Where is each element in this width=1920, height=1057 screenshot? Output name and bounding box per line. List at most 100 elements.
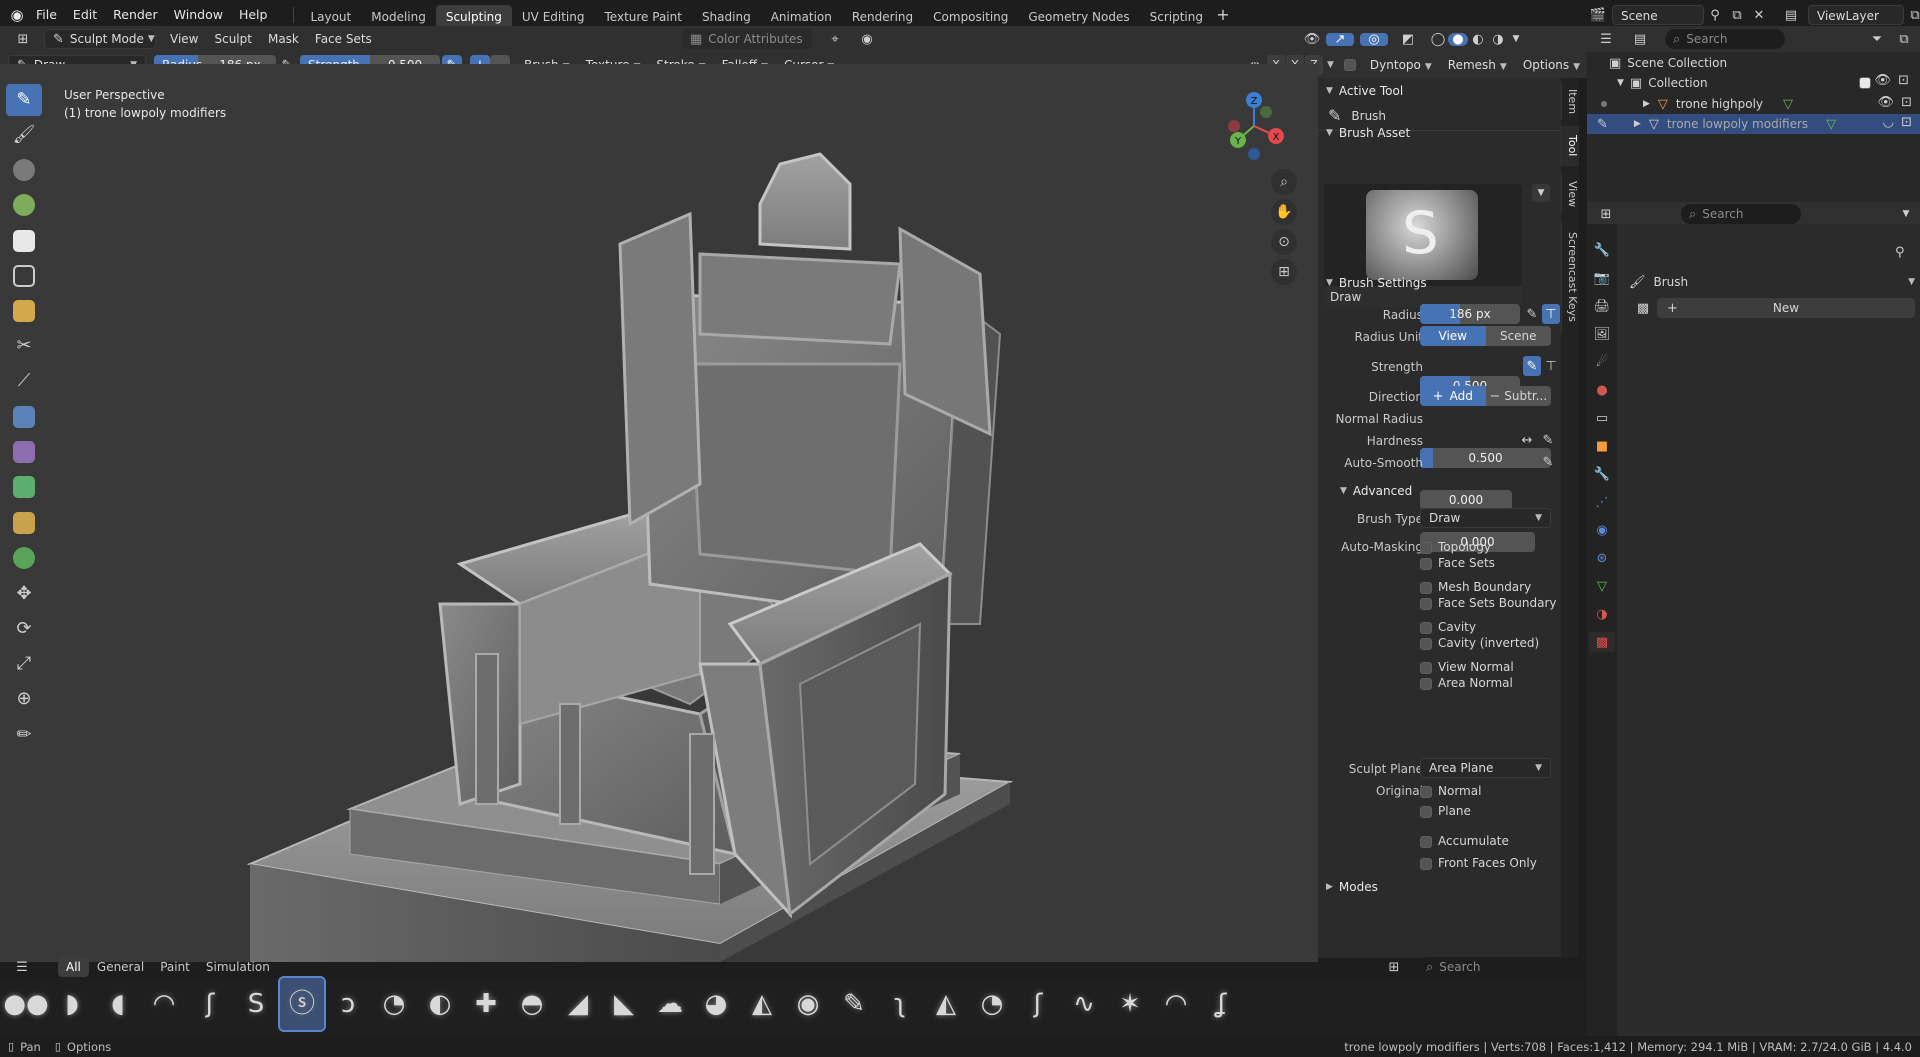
eye-icon[interactable]: 👁: [1877, 96, 1894, 109]
symmetry-options-icon[interactable]: ▼: [1327, 60, 1334, 70]
brush-preset-thumbnail[interactable]: ✶: [1108, 978, 1152, 1030]
tab-screencast-keys[interactable]: Screencast Keys: [1561, 222, 1579, 332]
draw-tool-button[interactable]: ✎: [6, 84, 42, 116]
brush-asset-dropdown-icon[interactable]: ▼: [1532, 184, 1550, 202]
color-filter-tool-button[interactable]: [6, 471, 42, 503]
tab-sculpting[interactable]: Sculpting: [435, 4, 512, 29]
tool-tab-icon[interactable]: 🔧: [1594, 240, 1610, 260]
radius-unit-view[interactable]: View: [1420, 326, 1486, 346]
dyntopo-dropdown[interactable]: Dyntopo ▼: [1362, 55, 1440, 75]
outliner-object-row[interactable]: ▶ ▽ trone highpoly ▽ 👁 ⊡: [1587, 94, 1920, 114]
sculpt-plane-dropdown[interactable]: Area Plane ▼: [1420, 758, 1551, 778]
brush-preset-thumbnail[interactable]: ʃ: [1016, 978, 1060, 1030]
hardness-invert-icon[interactable]: ↔: [1516, 430, 1538, 450]
brush-preset-thumbnail[interactable]: ✚: [464, 978, 508, 1030]
constraints-tab-icon[interactable]: ⊛: [1597, 548, 1608, 568]
camera-render-icon[interactable]: ⊡: [1898, 74, 1909, 87]
box-trim-tool-button[interactable]: ✂: [6, 330, 42, 362]
color-attributes-dropdown[interactable]: ▦ Color Attributes: [682, 29, 812, 49]
particles-tab-icon[interactable]: ⋰: [1596, 492, 1609, 512]
xray-toggle-icon[interactable]: ◩: [1394, 33, 1422, 46]
brush-preset-thumbnail[interactable]: ʅ: [878, 978, 922, 1030]
shading-options-icon[interactable]: ▼: [1508, 34, 1524, 44]
shelf-tab-general[interactable]: General: [89, 957, 152, 977]
texture-icon[interactable]: ▩: [1629, 302, 1657, 315]
brush-preset-thumbnail[interactable]: ●●: [3, 978, 49, 1030]
hardness-field[interactable]: 0.000: [1420, 490, 1512, 510]
brush-preset-thumbnail[interactable]: ◕: [694, 978, 738, 1030]
direction-add-button[interactable]: + Add: [1420, 386, 1486, 406]
normal-radius-field[interactable]: 0.500: [1420, 448, 1551, 468]
accumulate-checkbox[interactable]: [1420, 836, 1432, 848]
brush-preset-thumbnail[interactable]: ◭: [740, 978, 784, 1030]
auto-masking-face-sets-boundary-checkbox[interactable]: [1420, 598, 1432, 610]
line-project-tool-button[interactable]: ⟋: [6, 365, 42, 397]
hardness-pressure-icon[interactable]: ✎: [1540, 430, 1556, 450]
brush-preset-thumbnail[interactable]: ◔: [372, 978, 416, 1030]
brush-preset-thumbnail[interactable]: ◔: [970, 978, 1014, 1030]
move-tool-button[interactable]: ✥: [6, 578, 42, 610]
annotate-tool-button[interactable]: ✏: [6, 719, 42, 751]
brush-preset-thumbnail[interactable]: ◠: [142, 978, 186, 1030]
active-tool-header[interactable]: ▼ Active Tool: [1326, 84, 1403, 98]
overlay-toggle-icon[interactable]: ◎: [1360, 32, 1388, 46]
edit-face-set-tool-button[interactable]: [6, 507, 42, 539]
box-hide-tool-button[interactable]: [6, 260, 42, 292]
eye-icon[interactable]: 👁: [1874, 74, 1891, 87]
gizmo-neg-z-axis[interactable]: [1248, 148, 1260, 160]
mode-selector[interactable]: ✎ Sculpt Mode ▼: [44, 29, 156, 49]
remesh-dropdown[interactable]: Remesh ▼: [1440, 55, 1515, 75]
3d-viewport[interactable]: User Perspective (1) trone lowpoly modif…: [0, 64, 1318, 962]
auto-masking-mesh-boundary-checkbox[interactable]: [1420, 582, 1432, 594]
outliner-editor-type-icon[interactable]: ☰: [1591, 33, 1621, 46]
brush-preset-thumbnail[interactable]: ✎: [832, 978, 876, 1030]
shelf-tab-simulation[interactable]: Simulation: [198, 957, 278, 977]
data-tab-icon[interactable]: ▽: [1597, 576, 1607, 596]
scene-collection-label[interactable]: Scene Collection: [1627, 56, 1727, 70]
radius-unit-lock-icon[interactable]: ⊤: [1542, 304, 1560, 324]
viewport-menu-sculpt[interactable]: Sculpt: [206, 29, 259, 49]
snap-icon[interactable]: ⌖: [818, 33, 852, 46]
brush-preset-thumbnail[interactable]: ◢: [556, 978, 600, 1030]
brush-preset-thumbnail[interactable]: ʃ: [188, 978, 232, 1030]
output-tab-icon[interactable]: 🖨: [1594, 296, 1611, 316]
properties-search[interactable]: ⌕ Search: [1681, 204, 1801, 224]
brush-preset-thumbnail[interactable]: ⓢ: [278, 976, 326, 1032]
zoom-icon[interactable]: ⌕: [1271, 169, 1297, 195]
tab-shading[interactable]: Shading: [692, 5, 761, 29]
material-tab-icon[interactable]: ◑: [1596, 604, 1607, 624]
brush-preset-thumbnail[interactable]: ◓: [510, 978, 554, 1030]
brush-preset-thumbnail[interactable]: ◉: [786, 978, 830, 1030]
camera-icon[interactable]: ⊙: [1271, 229, 1297, 255]
render-tab-icon[interactable]: 📷: [1594, 268, 1610, 288]
tab-uv-editing[interactable]: UV Editing: [512, 5, 595, 29]
pin-icon[interactable]: ⚲: [1704, 9, 1726, 22]
mesh-filter-tool-button[interactable]: [6, 401, 42, 433]
perspective-grid-icon[interactable]: ⊞: [1271, 259, 1297, 285]
visibility-icon[interactable]: 👁: [1298, 33, 1326, 46]
shelf-tab-all[interactable]: All: [58, 957, 89, 977]
brush-preset-thumbnail[interactable]: ◠: [1154, 978, 1198, 1030]
brush-preset-thumbnail[interactable]: ◖: [96, 978, 140, 1030]
outliner-search[interactable]: ⌕ Search: [1665, 29, 1785, 49]
brush-preset-thumbnail[interactable]: ☁: [648, 978, 692, 1030]
brush-preset-thumbnail[interactable]: ◐: [418, 978, 462, 1030]
tab-modeling[interactable]: Modeling: [361, 5, 436, 29]
options-dropdown[interactable]: Options ▼: [1515, 55, 1588, 75]
expand-object-icon[interactable]: ▶: [1643, 99, 1650, 109]
auto-smooth-pressure-icon[interactable]: ✎: [1540, 452, 1556, 472]
tab-item[interactable]: Item: [1561, 84, 1579, 120]
paint-tool-button[interactable]: 🖌: [6, 119, 42, 151]
scene-tab-icon[interactable]: ☄: [1596, 352, 1608, 372]
brush-asset-header[interactable]: ▼ Brush Asset: [1326, 126, 1410, 140]
camera-render-icon[interactable]: ⊡: [1901, 96, 1912, 109]
radius-value-field[interactable]: 186 px: [1420, 304, 1520, 324]
asset-search[interactable]: ⌕ Search: [1418, 957, 1576, 977]
new-collection-icon[interactable]: ⧉: [1892, 33, 1916, 46]
pan-hand-icon[interactable]: ✋: [1271, 199, 1297, 225]
brush-preset-thumbnail[interactable]: S: [234, 978, 278, 1030]
properties-options-icon[interactable]: ▼: [1896, 209, 1916, 219]
sculpt-mode-row-icon[interactable]: ✎: [1597, 118, 1608, 131]
box-mask-tool-button[interactable]: [6, 225, 42, 257]
brush-preset-thumbnail[interactable]: ◣: [602, 978, 646, 1030]
